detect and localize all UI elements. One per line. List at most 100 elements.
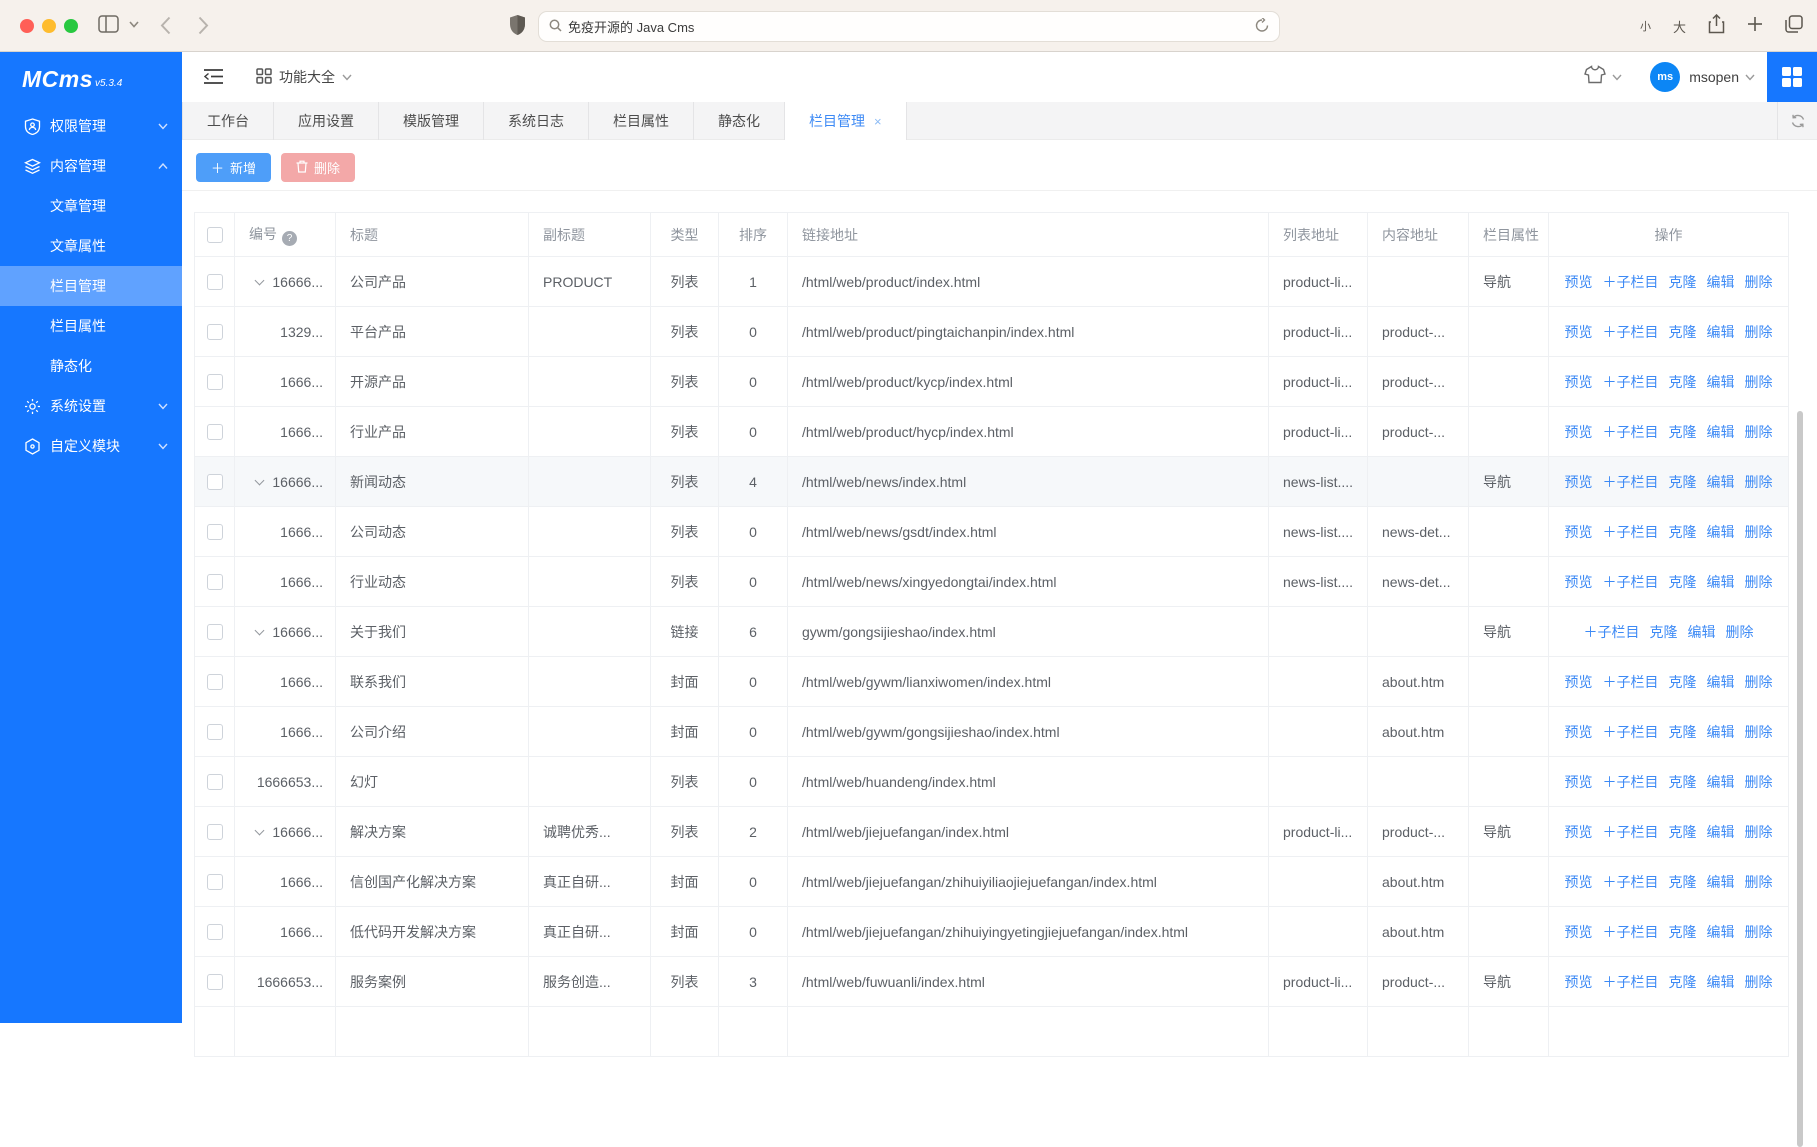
clone-link[interactable]: 克隆 — [1669, 824, 1697, 840]
row-checkbox[interactable] — [207, 774, 223, 790]
add-button[interactable]: ＋新增 — [196, 153, 271, 182]
tab-close-icon[interactable]: × — [874, 114, 882, 129]
row-checkbox[interactable] — [207, 824, 223, 840]
delete-link[interactable]: 删除 — [1745, 274, 1773, 290]
expand-chevron-icon[interactable] — [255, 625, 265, 635]
avatar[interactable]: ms — [1650, 62, 1680, 92]
delete-link[interactable]: 删除 — [1745, 724, 1773, 740]
delete-link[interactable]: 删除 — [1745, 424, 1773, 440]
add-sub-column-link[interactable]: ＋子栏目 — [1603, 774, 1659, 790]
add-sub-column-link[interactable]: ＋子栏目 — [1603, 324, 1659, 340]
clone-link[interactable]: 克隆 — [1669, 324, 1697, 340]
new-tab-icon[interactable] — [1747, 16, 1763, 37]
add-sub-column-link[interactable]: ＋子栏目 — [1603, 874, 1659, 890]
tab-5[interactable]: 静态化 — [694, 102, 785, 140]
menu-fold-icon[interactable] — [204, 68, 223, 90]
edit-link[interactable]: 编辑 — [1707, 724, 1735, 740]
window-minimize-button[interactable] — [42, 19, 56, 33]
preview-link[interactable]: 预览 — [1565, 524, 1593, 540]
edit-link[interactable]: 编辑 — [1707, 874, 1735, 890]
row-checkbox[interactable] — [207, 574, 223, 590]
clone-link[interactable]: 克隆 — [1669, 774, 1697, 790]
row-checkbox[interactable] — [207, 474, 223, 490]
add-sub-column-link[interactable]: ＋子栏目 — [1603, 374, 1659, 390]
share-icon[interactable] — [1708, 14, 1725, 39]
add-sub-column-link[interactable]: ＋子栏目 — [1603, 674, 1659, 690]
tab-4[interactable]: 栏目属性 — [589, 102, 694, 140]
apps-grid-button[interactable] — [1767, 52, 1817, 102]
tab-3[interactable]: 系统日志 — [484, 102, 589, 140]
reload-icon[interactable] — [1255, 18, 1269, 36]
delete-link[interactable]: 删除 — [1745, 374, 1773, 390]
sidebar-item-4[interactable]: 栏目管理 — [0, 266, 182, 306]
preview-link[interactable]: 预览 — [1565, 574, 1593, 590]
preview-link[interactable]: 预览 — [1565, 424, 1593, 440]
window-close-button[interactable] — [20, 19, 34, 33]
sidebar-item-7[interactable]: 系统设置 — [0, 386, 182, 426]
edit-link[interactable]: 编辑 — [1707, 574, 1735, 590]
edit-link[interactable]: 编辑 — [1707, 374, 1735, 390]
address-bar[interactable]: 免疫开源的 Java Cms — [538, 11, 1280, 42]
sidebar-item-8[interactable]: 自定义模块 — [0, 426, 182, 466]
clone-link[interactable]: 克隆 — [1669, 674, 1697, 690]
zoom-out-text-button[interactable]: 小 — [1640, 18, 1651, 34]
preview-link[interactable]: 预览 — [1565, 924, 1593, 940]
function-menu[interactable]: 功能大全 — [256, 52, 352, 102]
tab-overview-icon[interactable] — [1785, 15, 1803, 38]
delete-link[interactable]: 删除 — [1745, 674, 1773, 690]
preview-link[interactable]: 预览 — [1565, 274, 1593, 290]
delete-link[interactable]: 删除 — [1745, 574, 1773, 590]
add-sub-column-link[interactable]: ＋子栏目 — [1603, 274, 1659, 290]
delete-link[interactable]: 删除 — [1745, 474, 1773, 490]
clone-link[interactable]: 克隆 — [1669, 874, 1697, 890]
tab-6[interactable]: 栏目管理× — [785, 102, 907, 140]
preview-link[interactable]: 预览 — [1565, 974, 1593, 990]
add-sub-column-link[interactable]: ＋子栏目 — [1603, 974, 1659, 990]
edit-link[interactable]: 编辑 — [1707, 674, 1735, 690]
clone-link[interactable]: 克隆 — [1650, 624, 1678, 640]
delete-link[interactable]: 删除 — [1745, 774, 1773, 790]
zoom-in-text-button[interactable]: 大 — [1673, 17, 1686, 36]
delete-link[interactable]: 删除 — [1726, 624, 1754, 640]
row-checkbox[interactable] — [207, 424, 223, 440]
edit-link[interactable]: 编辑 — [1707, 924, 1735, 940]
row-checkbox[interactable] — [207, 974, 223, 990]
sidebar-item-5[interactable]: 栏目属性 — [0, 306, 182, 346]
expand-chevron-icon[interactable] — [255, 275, 265, 285]
row-checkbox[interactable] — [207, 624, 223, 640]
edit-link[interactable]: 编辑 — [1707, 774, 1735, 790]
edit-link[interactable]: 编辑 — [1688, 624, 1716, 640]
edit-link[interactable]: 编辑 — [1707, 524, 1735, 540]
refresh-tab-button[interactable] — [1777, 102, 1817, 140]
clone-link[interactable]: 克隆 — [1669, 724, 1697, 740]
username[interactable]: msopen — [1689, 69, 1739, 85]
vertical-scrollbar[interactable] — [1797, 411, 1803, 1147]
preview-link[interactable]: 预览 — [1565, 874, 1593, 890]
delete-link[interactable]: 删除 — [1745, 874, 1773, 890]
preview-link[interactable]: 预览 — [1565, 374, 1593, 390]
sidebar-toggle-icon[interactable] — [98, 15, 119, 33]
back-icon[interactable] — [160, 16, 171, 35]
add-sub-column-link[interactable]: ＋子栏目 — [1603, 924, 1659, 940]
edit-link[interactable]: 编辑 — [1707, 474, 1735, 490]
sidebar-item-0[interactable]: 权限管理 — [0, 106, 182, 146]
delete-link[interactable]: 删除 — [1745, 924, 1773, 940]
row-checkbox[interactable] — [207, 274, 223, 290]
help-icon[interactable]: ? — [282, 231, 297, 246]
add-sub-column-link[interactable]: ＋子栏目 — [1603, 824, 1659, 840]
sidebar-item-1[interactable]: 内容管理 — [0, 146, 182, 186]
preview-link[interactable]: 预览 — [1565, 824, 1593, 840]
edit-link[interactable]: 编辑 — [1707, 824, 1735, 840]
preview-link[interactable]: 预览 — [1565, 774, 1593, 790]
row-checkbox[interactable] — [207, 874, 223, 890]
clone-link[interactable]: 克隆 — [1669, 574, 1697, 590]
row-checkbox[interactable] — [207, 674, 223, 690]
edit-link[interactable]: 编辑 — [1707, 974, 1735, 990]
clone-link[interactable]: 克隆 — [1669, 274, 1697, 290]
clone-link[interactable]: 克隆 — [1669, 424, 1697, 440]
select-all-checkbox[interactable] — [207, 227, 223, 243]
delete-link[interactable]: 删除 — [1745, 524, 1773, 540]
sidebar-item-2[interactable]: 文章管理 — [0, 186, 182, 226]
add-sub-column-link[interactable]: ＋子栏目 — [1603, 724, 1659, 740]
add-sub-column-link[interactable]: ＋子栏目 — [1603, 524, 1659, 540]
